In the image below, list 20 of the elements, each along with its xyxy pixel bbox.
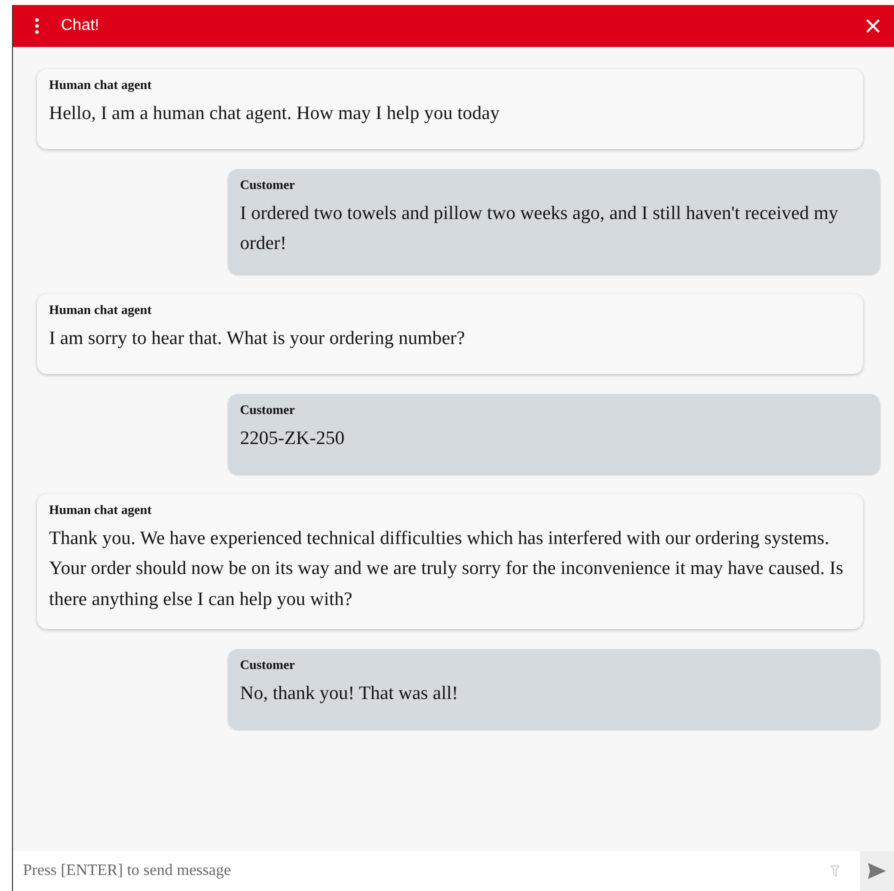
window-title: Chat! xyxy=(61,17,100,35)
message-text: Hello, I am a human chat agent. How may I help you today xyxy=(49,102,501,126)
message-text: I am sorry to hear that. What is your ordering number? xyxy=(49,326,466,351)
message-field[interactable]: Press [ENTER] to send message xyxy=(13,851,894,891)
message-text: 2205-ZK-250 xyxy=(240,426,346,451)
menu-icon[interactable] xyxy=(35,18,39,34)
send-icon xyxy=(867,862,887,880)
message-sender: Human chat agent xyxy=(49,502,153,518)
message-sender: Customer xyxy=(240,177,296,193)
message-input[interactable]: Press [ENTER] to send message xyxy=(13,862,830,880)
message-sender: Customer xyxy=(240,402,296,418)
message-text: No, thank you! That was all! xyxy=(240,682,460,706)
message-sender: Customer xyxy=(240,656,296,673)
filter-icon xyxy=(830,865,840,877)
message-sender: Human chat agent xyxy=(49,77,153,93)
message-text: I ordered two towels and pillow two weeks ago, and I still haven't received my order! xyxy=(240,202,840,256)
send-button[interactable] xyxy=(860,851,894,891)
close-icon[interactable] xyxy=(866,19,880,33)
message-sender: Human chat agent xyxy=(49,302,153,318)
message-text: Thank you. We have experienced technical difficulties which has interfered with our ordering systems. Your order should now be on its way and we are truly sorry for the inconvenience it may have caused. Is there anything else I can help you with? xyxy=(49,526,844,612)
